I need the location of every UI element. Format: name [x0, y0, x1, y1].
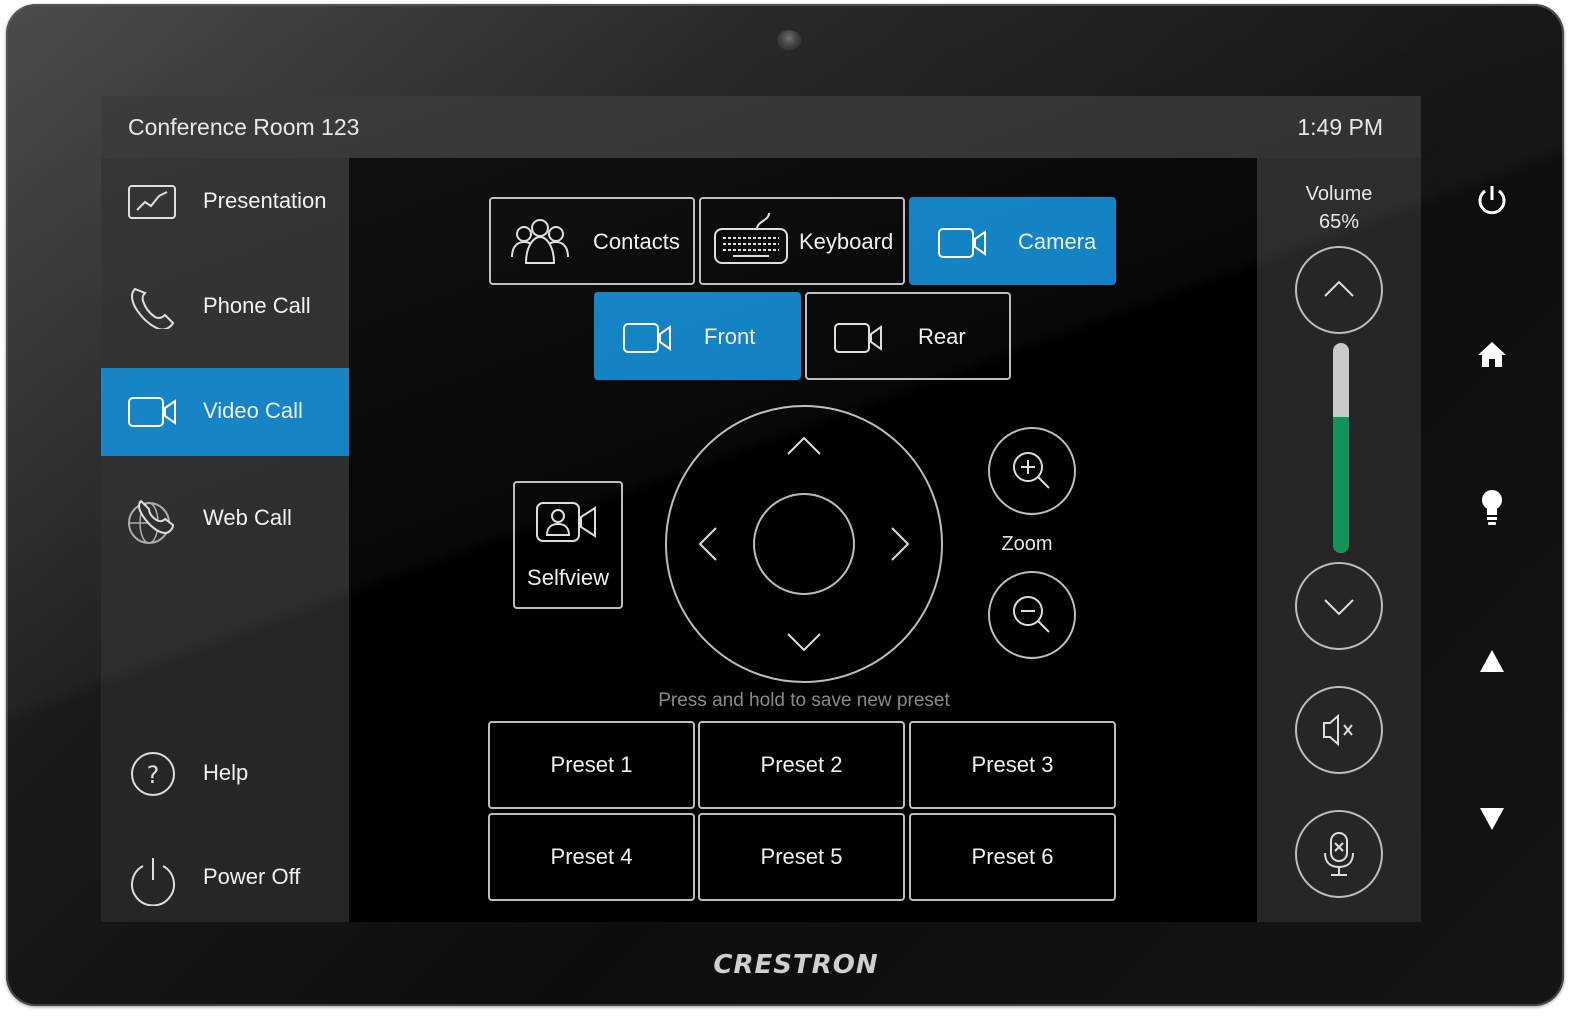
sidebar-item-help[interactable]: ? Help	[101, 730, 349, 818]
sidebar-item-label: Help	[203, 760, 249, 785]
help-icon: ?	[127, 752, 179, 796]
video-camera-icon	[833, 316, 885, 366]
volume-title: Volume	[1305, 183, 1373, 205]
tab-label: Camera	[1018, 229, 1097, 254]
sidebar-item-video-call[interactable]: Video Call	[101, 368, 349, 456]
presentation-chart-icon	[127, 180, 179, 224]
pan-right-button[interactable]	[880, 514, 920, 574]
preset-button[interactable]: Preset 3	[909, 721, 1116, 809]
brand-logo: CRESTRON	[713, 950, 879, 980]
home-icon	[1478, 342, 1506, 367]
zoom-label: Zoom	[1001, 533, 1053, 555]
video-camera-icon	[622, 316, 674, 366]
sidebar-item-label: Phone Call	[203, 293, 311, 318]
video-camera-icon	[127, 390, 179, 434]
selfview-icon	[535, 499, 601, 551]
room-title: Conference Room 123	[128, 114, 360, 140]
volume-up-button[interactable]	[1294, 245, 1384, 335]
camera-label: Front	[704, 324, 756, 349]
speaker-mute-icon	[1295, 686, 1383, 774]
preset-button[interactable]: Preset 6	[909, 813, 1116, 901]
top-bar: Conference Room 123 1:49 PM	[101, 96, 1421, 158]
tab-label: Contacts	[593, 229, 680, 254]
volume-down-button[interactable]	[1294, 561, 1384, 651]
selfview-button[interactable]: Selfview	[513, 481, 623, 609]
hardware-power-button[interactable]	[1474, 182, 1510, 218]
globe-phone-icon	[127, 497, 179, 544]
touch-panel-device: Conference Room 123 1:49 PM Presentation…	[6, 4, 1564, 1006]
chevron-right-icon	[891, 527, 910, 561]
sidebar-item-label: Web Call	[203, 505, 292, 530]
contacts-icon	[509, 217, 571, 271]
chevron-down-icon	[1295, 562, 1383, 650]
volume-level-fill	[1333, 416, 1349, 553]
chevron-left-icon	[698, 527, 717, 561]
microphone-mute-button[interactable]	[1294, 809, 1384, 899]
clock: 1:49 PM	[1297, 114, 1383, 140]
preset-button[interactable]: Preset 5	[698, 813, 905, 901]
sidebar-item-phone-call[interactable]: Phone Call	[101, 263, 349, 351]
chevron-down-icon	[787, 633, 821, 652]
sidebar-item-presentation[interactable]: Presentation	[101, 158, 349, 246]
preset-button[interactable]: Preset 4	[488, 813, 695, 901]
hardware-down-button[interactable]	[1478, 806, 1506, 832]
speaker-mute-button[interactable]	[1294, 685, 1384, 775]
hardware-light-button[interactable]	[1478, 488, 1506, 528]
sidebar: Presentation Phone Call Video Call Web C…	[101, 158, 349, 922]
hardware-up-button[interactable]	[1478, 648, 1506, 674]
chevron-up-icon	[787, 436, 821, 455]
preset-button[interactable]: Preset 2	[698, 721, 905, 809]
zoom-in-button[interactable]	[987, 426, 1077, 516]
volume-label: Volume 65%	[1257, 180, 1421, 236]
phone-icon	[127, 285, 179, 331]
rear-camera-button[interactable]: Rear	[805, 292, 1011, 380]
tab-keyboard[interactable]: Keyboard	[699, 197, 905, 285]
sidebar-item-power-off[interactable]: Power Off	[101, 834, 349, 922]
tab-label: Keyboard	[799, 229, 894, 254]
hardware-home-button[interactable]	[1476, 338, 1508, 370]
camera-label: Rear	[918, 324, 966, 349]
video-camera-icon	[937, 221, 989, 271]
sidebar-item-label: Video Call	[203, 398, 303, 423]
camera-home-button[interactable]	[754, 494, 854, 594]
keyboard-icon	[713, 211, 789, 271]
power-icon	[127, 856, 179, 907]
lightbulb-icon	[1482, 490, 1502, 525]
pan-up-button[interactable]	[774, 428, 834, 468]
preset-button[interactable]: Preset 1	[488, 721, 695, 809]
sidebar-item-label: Presentation	[203, 188, 327, 213]
volume-percent: 65%	[1318, 211, 1360, 233]
power-icon	[1478, 186, 1506, 215]
tab-camera[interactable]: Camera	[909, 197, 1116, 285]
sidebar-item-label: Power Off	[203, 864, 301, 889]
microphone-mute-icon	[1295, 810, 1383, 898]
camera-dpad	[664, 404, 944, 684]
volume-panel: Volume 65%	[1257, 158, 1421, 922]
zoom-out-icon	[988, 571, 1076, 659]
front-camera-button[interactable]: Front	[594, 292, 801, 380]
tab-contacts[interactable]: Contacts	[489, 197, 695, 285]
pan-down-button[interactable]	[774, 620, 834, 660]
chevron-up-icon	[1295, 246, 1383, 334]
sidebar-item-web-call[interactable]: Web Call	[101, 475, 349, 563]
triangle-down-icon	[1480, 808, 1504, 830]
front-camera-lens	[777, 30, 801, 50]
volume-slider[interactable]	[1333, 343, 1349, 553]
pan-left-button[interactable]	[688, 514, 728, 574]
touch-screen: Conference Room 123 1:49 PM Presentation…	[101, 96, 1421, 922]
triangle-up-icon	[1480, 650, 1504, 672]
zoom-out-button[interactable]	[987, 570, 1077, 660]
svg-text:?: ?	[147, 761, 160, 789]
selfview-label: Selfview	[527, 565, 609, 590]
zoom-in-icon	[988, 427, 1076, 515]
preset-hint: Press and hold to save new preset	[658, 690, 950, 711]
